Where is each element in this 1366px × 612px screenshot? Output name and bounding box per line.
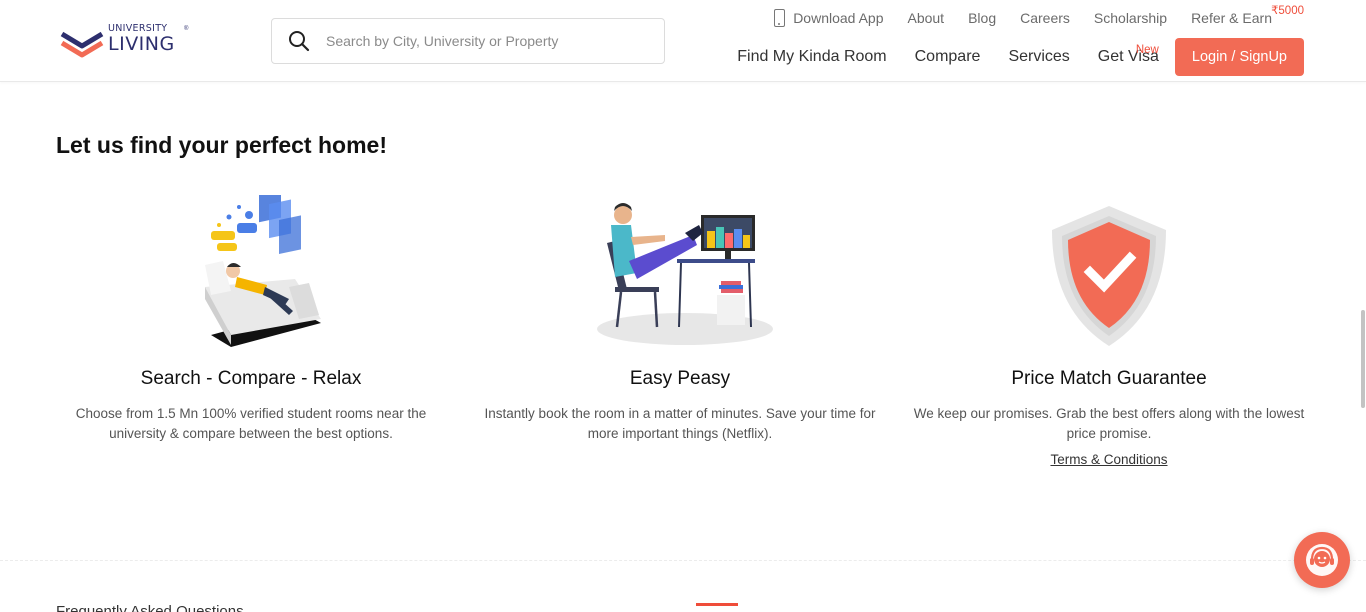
download-app-link[interactable]: Download App (774, 9, 883, 27)
terms-conditions-link[interactable]: Terms & Conditions (1050, 452, 1167, 467)
main-nav: Find My Kinda Room Compare Services Get … (737, 38, 1304, 76)
shield-check-icon (909, 195, 1309, 350)
search-icon (288, 30, 310, 52)
login-signup-button[interactable]: Login / SignUp (1174, 38, 1304, 76)
feature-desc-price: We keep our promises. Grab the best offe… (913, 406, 1305, 441)
page-scrollbar[interactable] (1360, 0, 1366, 612)
feature-card-relax: Search - Compare - Relax Choose from 1.5… (51, 195, 451, 444)
faq-accent-mark (696, 603, 738, 612)
brand-logo[interactable]: UNIVERSITY LIVING ® (60, 24, 190, 60)
support-agent-icon (1306, 544, 1338, 576)
blog-link[interactable]: Blog (968, 10, 996, 26)
section-divider (0, 560, 1366, 561)
faq-title: Frequently Asked Questions (56, 603, 244, 612)
nav-compare[interactable]: Compare (915, 48, 981, 66)
refer-earn-link[interactable]: Refer & Earn ₹5000 (1191, 5, 1304, 26)
brand-line2: LIVING (108, 32, 175, 55)
new-badge: New (1135, 44, 1159, 56)
chat-support-button[interactable] (1294, 532, 1350, 588)
scholarship-link[interactable]: Scholarship (1094, 10, 1167, 26)
nav-services[interactable]: Services (1008, 48, 1069, 66)
scroll-thumb[interactable] (1361, 310, 1365, 408)
relax-illustration (51, 195, 451, 350)
search-input[interactable] (326, 33, 646, 49)
feature-title-price: Price Match Guarantee (1011, 368, 1207, 389)
feature-card-price: Price Match Guarantee We keep our promis… (909, 195, 1309, 469)
brand-wordmark: UNIVERSITY LIVING (108, 24, 175, 54)
phone-icon (774, 9, 786, 27)
search-box[interactable] (271, 18, 665, 64)
top-links: Download App About Blog Careers Scholars… (774, 5, 1304, 28)
refer-amount-badge: ₹5000 (1271, 5, 1304, 17)
feature-card-easy: Easy Peasy Instantly book the room in a … (480, 195, 880, 444)
section-title: Let us find your perfect home! (56, 132, 387, 158)
feature-title-easy: Easy Peasy (629, 368, 731, 389)
feature-title-relax: Search - Compare - Relax (140, 368, 362, 389)
refer-earn-label: Refer & Earn (1191, 10, 1272, 26)
download-app-label: Download App (793, 10, 884, 26)
booking-illustration (480, 195, 880, 350)
about-link[interactable]: About (907, 10, 944, 26)
nav-find-room[interactable]: Find My Kinda Room (737, 48, 886, 66)
logo-chevron-icon (60, 31, 104, 58)
feature-desc-relax: Choose from 1.5 Mn 100% verified student… (75, 406, 427, 441)
nav-get-visa[interactable]: Get Visa New (1098, 44, 1159, 66)
feature-desc-easy: Instantly book the room in a matter of m… (484, 406, 876, 441)
careers-link[interactable]: Careers (1020, 10, 1070, 26)
site-header: UNIVERSITY LIVING ® Download App About B… (0, 0, 1366, 82)
registered-mark: ® (184, 26, 189, 32)
